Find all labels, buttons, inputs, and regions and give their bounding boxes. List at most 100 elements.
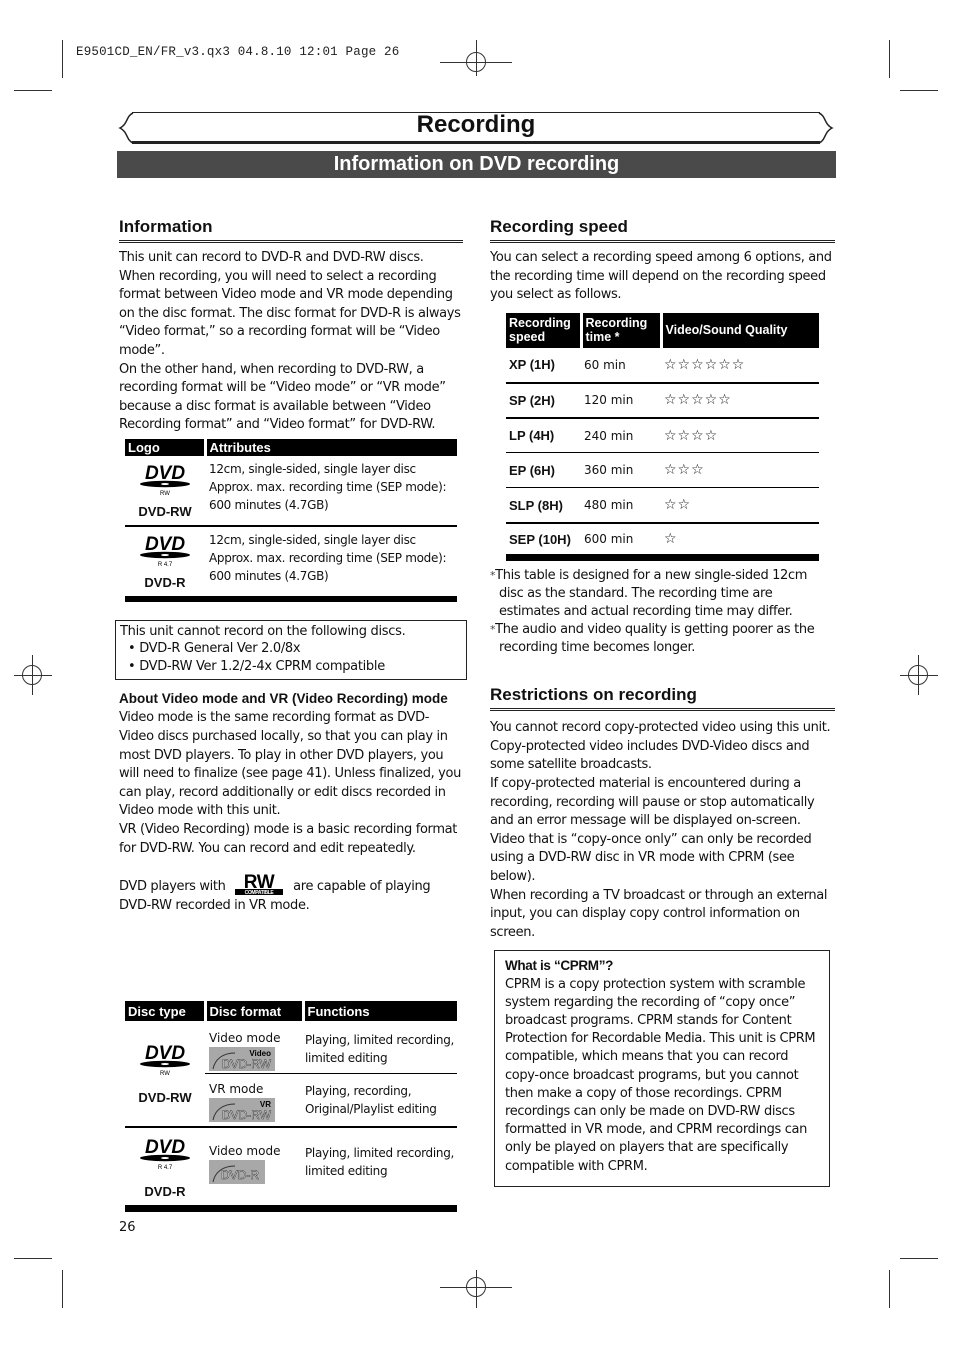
cprm-text: CPRM is a copy protection system with sc…: [505, 976, 816, 1174]
column-header: Disc format: [203, 1001, 303, 1021]
disc-label: DVD-R: [144, 1184, 186, 1199]
speed-cell: SEP (10H): [506, 522, 581, 562]
svg-text:DVD-R: DVD-R: [221, 1168, 259, 1182]
chapter-title-bar: Recording: [118, 111, 834, 144]
format-mode: Video mode: [209, 1031, 281, 1045]
svg-text:R 4.7: R 4.7: [158, 1165, 173, 1171]
crop-mark: [62, 1270, 63, 1308]
quality-stars-icon: ☆☆☆☆☆☆: [661, 347, 819, 384]
information-text: This unit can record to DVD-R and DVD-RW…: [119, 249, 463, 435]
time-cell: 240 min: [581, 417, 661, 454]
quality-stars-icon: ☆: [661, 522, 819, 562]
quality-stars-icon: ☆☆: [661, 487, 819, 524]
disc-label: DVD-RW: [138, 503, 192, 519]
attribute-line: Approx. max. recording time (SEP mode):: [209, 479, 447, 494]
about-modes-heading: About Video mode and VR (Video Recording…: [119, 691, 448, 707]
print-slug: E9501CD_EN/FR_v3.qx3 04.8.10 12:01 Page …: [76, 45, 400, 59]
cprm-heading: What is “CPRM”?: [505, 958, 613, 974]
svg-text:RW: RW: [160, 491, 170, 497]
rw-compatible-logo-icon: RW COMPATIBLE: [233, 872, 285, 896]
time-cell: 600 min: [581, 522, 661, 562]
crop-mark: [889, 40, 890, 78]
table-row: DVD R 4.7 DVD-R Video mode DVD-R Playing,…: [125, 1127, 457, 1212]
section-title: Information on DVD recording: [117, 151, 836, 178]
quality-stars-icon: ☆☆☆: [661, 452, 819, 489]
right-column: Recording speed You can select a recordi…: [490, 215, 835, 1187]
column-header: Attributes: [203, 438, 457, 456]
table-row: XP (1H) 60 min ☆☆☆☆☆☆: [506, 347, 819, 384]
column-header: Functions: [301, 1001, 457, 1021]
video-dvd-rw-badge-icon: Video DVD-RW: [209, 1047, 275, 1071]
cprm-info-box: What is “CPRM”? CPRM is a copy protectio…: [494, 950, 830, 1187]
dvd-rw-logo-icon: DVD RW: [137, 462, 193, 498]
crop-mark: [62, 40, 63, 78]
paragraph: If copy-protected material is encountere…: [490, 776, 815, 829]
disc-format-table: Disc type Disc format Functions DVD RW DV…: [125, 1001, 457, 1212]
unsupported-discs-notice: This unit cannot record on the following…: [115, 619, 467, 681]
speed-cell: EP (6H): [506, 452, 581, 489]
speed-cell: SP (2H): [506, 382, 581, 419]
format-mode: Video mode: [209, 1144, 281, 1158]
column-header: Logo: [125, 438, 205, 456]
crop-mark: [14, 90, 52, 91]
restrictions-text: You cannot record copy-protected video u…: [490, 719, 835, 942]
svg-text:R 4.7: R 4.7: [158, 562, 173, 568]
table-row: SEP (10H) 600 min ☆: [506, 522, 819, 562]
attribute-line: 600 minutes (4.7GB): [209, 568, 329, 583]
speed-cell: XP (1H): [506, 347, 581, 384]
chapter-title: Recording: [416, 111, 536, 138]
about-modes-text: Video mode is the same recording format …: [119, 709, 463, 915]
speed-cell: LP (4H): [506, 417, 581, 454]
table-row: LP (4H) 240 min ☆☆☆☆: [506, 417, 819, 454]
rw-compatible-sentence: DVD players with RW COMPATIBLE are capabl…: [119, 872, 431, 913]
crop-mark: [889, 1270, 890, 1308]
svg-text:DVD-RW: DVD-RW: [222, 1057, 272, 1071]
svg-text:COMPATIBLE: COMPATIBLE: [245, 890, 275, 896]
paragraph: This unit can record to DVD-R and DVD-RW…: [119, 250, 461, 358]
recording-speed-table: Recording speed Recording time * Video/S…: [506, 312, 819, 562]
dvd-r-logo-icon: DVD R 4.7: [137, 1136, 193, 1172]
paragraph: Video that is “copy-once only” can only …: [490, 831, 812, 885]
crop-mark: [900, 90, 938, 91]
table-row: SP (2H) 120 min ☆☆☆☆☆: [506, 382, 819, 419]
functions-text: Playing, recording, Original/Playlist ed…: [303, 1073, 457, 1128]
format-mode: VR mode: [209, 1082, 264, 1096]
paragraph: On the other hand, when recording to DVD…: [119, 361, 446, 433]
footnote: *This table is designed for a new single…: [490, 568, 808, 620]
column-header: Disc type: [125, 1001, 205, 1021]
disc-label: DVD-R: [144, 574, 186, 590]
information-heading: Information: [119, 215, 463, 243]
time-cell: 480 min: [581, 487, 661, 524]
paragraph: You cannot record copy-protected video u…: [490, 720, 831, 773]
footnotes: *This table is designed for a new single…: [490, 567, 835, 657]
crop-mark: [900, 1258, 938, 1259]
video-dvd-r-badge-icon: DVD-R: [209, 1160, 265, 1184]
functions-text: Playing, limited recording, limited edit…: [303, 1127, 457, 1212]
column-header: Recording speed: [506, 312, 581, 348]
notice-item: • DVD-R General Ver 2.0/8x: [128, 641, 301, 657]
time-cell: 60 min: [581, 347, 661, 384]
dvd-r-logo-icon: DVD R 4.7: [137, 533, 193, 569]
speed-cell: SLP (8H): [506, 487, 581, 524]
footnote: *The audio and video quality is getting …: [490, 622, 815, 656]
dvd-rw-logo-icon: DVD RW: [137, 1042, 193, 1078]
table-row: SLP (8H) 480 min ☆☆: [506, 487, 819, 524]
vr-dvd-rw-badge-icon: VR DVD-RW: [209, 1098, 275, 1122]
right-brace-icon: [818, 112, 834, 144]
page-number: 26: [119, 1220, 136, 1235]
table-row: EP (6H) 360 min ☆☆☆: [506, 452, 819, 489]
table-row: DVD R 4.7 DVD-R 12cm, single-sided, singl…: [125, 525, 457, 602]
disc-label: DVD-RW: [138, 1090, 192, 1105]
paragraph: When recording a TV broadcast or through…: [490, 887, 828, 940]
paragraph: VR (Video Recording) mode is a basic rec…: [119, 822, 457, 856]
attribute-line: 12cm, single-sided, single layer disc: [209, 532, 416, 547]
recording-speed-heading: Recording speed: [490, 215, 835, 243]
attribute-line: Approx. max. recording time (SEP mode):: [209, 550, 447, 565]
quality-stars-icon: ☆☆☆☆: [661, 417, 819, 454]
table-row: DVD RW DVD-RW 12cm, single-sided, single …: [125, 455, 457, 527]
svg-text:RW: RW: [160, 1071, 170, 1077]
restrictions-heading: Restrictions on recording: [490, 683, 835, 712]
attribute-line: 12cm, single-sided, single layer disc: [209, 461, 416, 476]
column-header: Video/Sound Quality: [659, 312, 819, 348]
notice-intro: This unit cannot record on the following…: [120, 623, 406, 639]
